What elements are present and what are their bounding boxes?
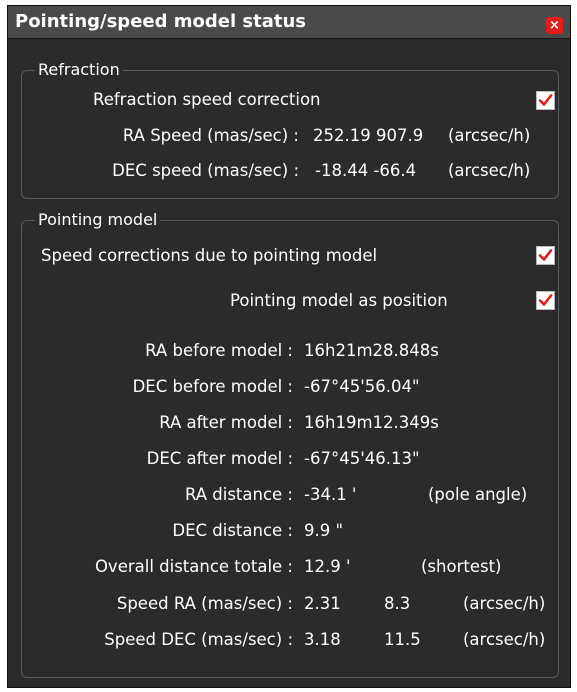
model-as-position-label: Pointing model as position — [230, 291, 448, 310]
dec-speed-value: -18.44 -66.4 — [315, 161, 417, 180]
checkmark-icon — [538, 294, 553, 306]
speed-ra-value-arcsec: 8.3 — [384, 594, 411, 613]
dec-speed-unit: (arcsec/h) — [448, 161, 531, 180]
dec-after-value: -67°45'46.13" — [304, 449, 420, 468]
speed-ra-value: 2.31 — [304, 594, 341, 613]
ra-speed-unit: (arcsec/h) — [448, 126, 531, 145]
ra-after-label: RA after model : — [159, 413, 293, 432]
refraction-speed-correction-label: Refraction speed correction — [93, 90, 321, 109]
refraction-group-title: Refraction — [35, 60, 123, 80]
speed-dec-value-arcsec: 11.5 — [384, 630, 421, 649]
dec-before-value: -67°45'56.04" — [304, 377, 420, 396]
close-button[interactable]: × — [546, 17, 563, 34]
speed-dec-value: 3.18 — [304, 630, 341, 649]
checkmark-icon — [538, 249, 553, 261]
ra-before-value: 16h21m28.848s — [304, 341, 439, 360]
speed-dec-unit: (arcsec/h) — [463, 630, 546, 649]
model-as-position-checkbox[interactable] — [536, 291, 555, 310]
dec-before-label: DEC before model : — [132, 377, 293, 396]
status-window: Pointing/speed model status × Refraction… — [7, 5, 571, 688]
dec-distance-label: DEC distance : — [172, 521, 293, 540]
pointing-model-group-title: Pointing model — [35, 210, 161, 230]
window-title: Pointing/speed model status — [15, 11, 307, 32]
speed-dec-label: Speed DEC (mas/sec) : — [104, 630, 293, 649]
speed-corrections-label: Speed corrections due to pointing model — [41, 246, 378, 265]
close-icon: × — [549, 18, 560, 33]
ra-before-label: RA before model : — [145, 341, 293, 360]
overall-distance-value: 12.9 ' — [304, 557, 351, 576]
dec-speed-label: DEC speed (mas/sec) : — [112, 161, 299, 180]
checkmark-icon — [538, 94, 553, 106]
ra-distance-label: RA distance : — [184, 485, 293, 504]
refraction-speed-correction-checkbox[interactable] — [536, 91, 555, 110]
dec-distance-value: 9.9 " — [304, 521, 344, 540]
ra-speed-value: 252.19 907.9 — [313, 126, 424, 145]
speed-ra-label: Speed RA (mas/sec) : — [116, 594, 293, 613]
dec-after-label: DEC after model : — [146, 449, 293, 468]
speed-corrections-checkbox[interactable] — [536, 246, 555, 265]
overall-distance-label: Overall distance totale : — [94, 557, 293, 576]
overall-distance-note: (shortest) — [421, 557, 502, 576]
speed-ra-unit: (arcsec/h) — [463, 594, 546, 613]
ra-after-value: 16h19m12.349s — [304, 413, 439, 432]
ra-distance-note: (pole angle) — [428, 485, 528, 504]
title-bar[interactable]: Pointing/speed model status × — [8, 6, 570, 39]
ra-distance-value: -34.1 ' — [304, 485, 357, 504]
ra-speed-label: RA Speed (mas/sec) : — [122, 126, 299, 145]
